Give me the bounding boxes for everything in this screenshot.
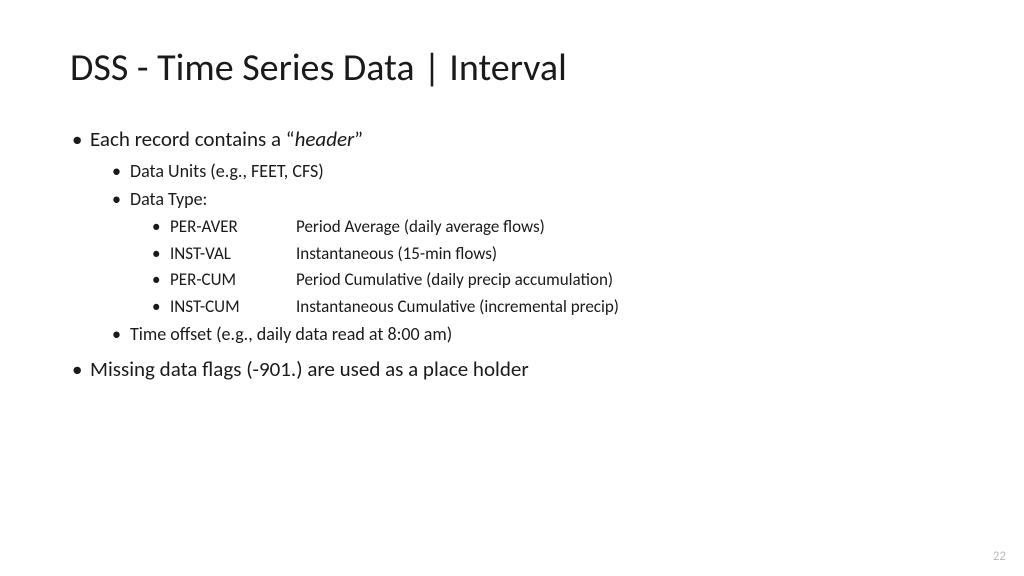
- type-desc: Instantaneous Cumulative (incremental pr…: [296, 294, 619, 320]
- slide-title: DSS - Time Series Data | Interval: [70, 48, 954, 90]
- page-number: 22: [993, 549, 1006, 564]
- type-code: INST-VAL: [170, 241, 296, 267]
- sub-list: Data Units (e.g., FEET, CFS) Data Type: …: [90, 158, 954, 347]
- bullet-data-units: Data Units (e.g., FEET, CFS): [110, 158, 954, 184]
- bullet-missing-data: Missing data flags (-901.) are used as a…: [70, 354, 954, 384]
- text-segment: Each record contains a “: [90, 126, 295, 152]
- type-code: INST-CUM: [170, 294, 296, 320]
- type-row: PER-CUM Period Cumulative (daily precip …: [150, 267, 954, 293]
- type-list: PER-AVER Period Average (daily average f…: [130, 214, 954, 319]
- type-row: PER-AVER Period Average (daily average f…: [150, 214, 954, 240]
- bullet-list: Each record contains a “header” Data Uni…: [70, 124, 954, 384]
- type-desc: Period Cumulative (daily precip accumula…: [296, 267, 613, 293]
- type-desc: Period Average (daily average flows): [296, 214, 545, 240]
- text-italic-header: header: [295, 126, 355, 152]
- bullet-data-type: Data Type: PER-AVER Period Average (dail…: [110, 186, 954, 319]
- text-segment: ”: [354, 126, 363, 152]
- bullet-header-record: Each record contains a “header” Data Uni…: [70, 124, 954, 348]
- bullet-time-offset: Time offset (e.g., daily data read at 8:…: [110, 321, 954, 347]
- type-row: INST-VAL Instantaneous (15-min flows): [150, 241, 954, 267]
- type-code: PER-AVER: [170, 214, 296, 240]
- slide: DSS - Time Series Data | Interval Each r…: [0, 0, 1024, 576]
- type-code: PER-CUM: [170, 267, 296, 293]
- type-desc: Instantaneous (15-min flows): [296, 241, 497, 267]
- type-row: INST-CUM Instantaneous Cumulative (incre…: [150, 294, 954, 320]
- text-segment: Data Type:: [130, 188, 207, 210]
